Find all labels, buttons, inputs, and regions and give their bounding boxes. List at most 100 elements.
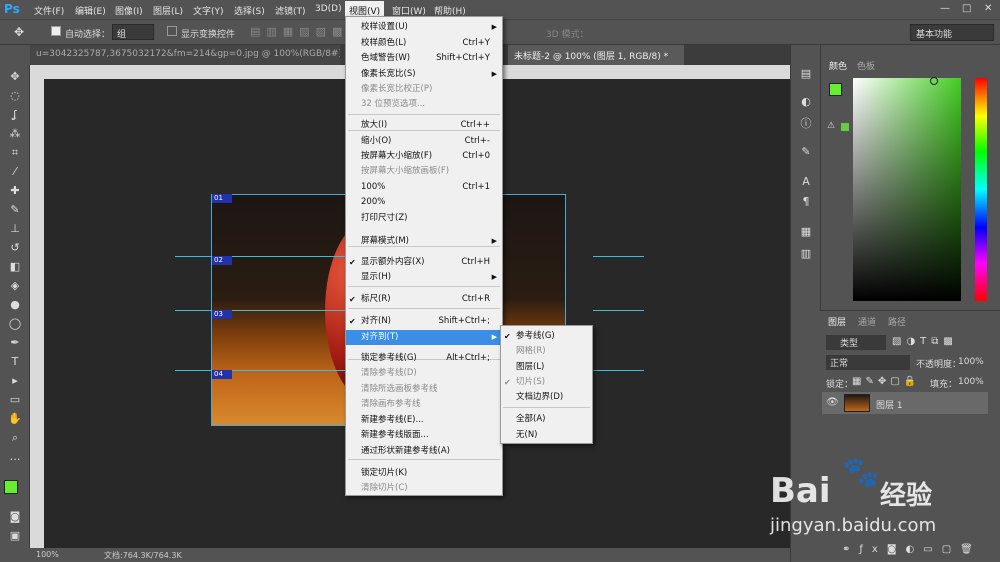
close-button[interactable]: ✕ xyxy=(984,3,992,14)
tab-document-2[interactable]: 未标题-2 @ 100% (图层 1, RGB/8) * xyxy=(508,45,684,65)
view-menu-item[interactable]: 校样颜色(L) Ctrl+Y xyxy=(346,36,502,51)
tab-channels[interactable]: 通道 xyxy=(858,315,876,328)
menu-select[interactable]: 选择(S) xyxy=(234,4,265,17)
view-menu-item[interactable]: 缩小(O) Ctrl+- xyxy=(346,134,502,149)
pen-tool-icon[interactable]: ✒ xyxy=(7,335,23,351)
transform-controls-checkbox[interactable] xyxy=(167,26,177,36)
snap-menu-item[interactable]: 图层(L) xyxy=(501,360,592,375)
zoom-level[interactable]: 100% xyxy=(36,550,59,559)
quick-select-tool-icon[interactable]: ⁂ xyxy=(7,126,23,142)
paragraph-icon[interactable]: ¶ xyxy=(799,195,813,209)
menu-type[interactable]: 文字(Y) xyxy=(193,4,224,17)
view-menu-item[interactable]: ✔ 显示额外内容(X) Ctrl+H xyxy=(346,255,502,270)
adjustments-icon[interactable]: ◐ xyxy=(799,95,813,109)
history-brush-icon[interactable]: ↺ xyxy=(7,240,23,256)
view-menu-item[interactable]: 锁定参考线(G) Alt+Ctrl+; xyxy=(346,351,502,366)
guide-line[interactable] xyxy=(593,310,644,311)
move-tool-icon[interactable]: ✥ xyxy=(14,25,24,39)
view-menu-item[interactable]: 按屏幕大小缩放(F) Ctrl+0 xyxy=(346,149,502,164)
view-menu-item[interactable]: 屏幕模式(M) ▶ xyxy=(346,234,502,249)
dodge-tool-icon[interactable]: ◯ xyxy=(7,316,23,332)
quick-mask-icon[interactable]: ◙ xyxy=(7,509,23,525)
stamp-tool-icon[interactable]: ⊥ xyxy=(7,221,23,237)
guide-line[interactable] xyxy=(175,310,345,311)
layer-name[interactable]: 图层 1 xyxy=(876,398,903,411)
auto-select-dropdown[interactable]: 组 xyxy=(112,24,154,40)
color-spectrum[interactable] xyxy=(853,78,961,301)
view-menu-item[interactable]: 对齐到(T) ▶ xyxy=(346,330,502,345)
info-icon[interactable]: ⓘ xyxy=(799,117,813,131)
auto-select-checkbox[interactable] xyxy=(51,26,61,36)
color-picker-marker[interactable] xyxy=(930,77,938,85)
hand-tool-icon[interactable]: ✋ xyxy=(7,411,23,427)
hue-slider[interactable] xyxy=(975,78,987,301)
layer-filter-icons[interactable]: ▧◑T⧉▩ xyxy=(892,336,958,347)
menu-edit[interactable]: 编辑(E) xyxy=(75,4,106,17)
lasso-tool-icon[interactable]: ʆ xyxy=(7,107,23,123)
slice-label[interactable]: 01 xyxy=(212,194,232,203)
foreground-color-swatch[interactable] xyxy=(4,480,18,494)
menu-layer[interactable]: 图层(L) xyxy=(153,4,183,17)
snap-menu-item[interactable]: 无(N) xyxy=(501,428,592,443)
brush-tool-icon[interactable]: ✎ xyxy=(7,202,23,218)
tab-paths[interactable]: 路径 xyxy=(888,315,906,328)
minimize-button[interactable]: — xyxy=(940,3,950,14)
align-buttons-icon[interactable]: ▤▥▦▧▨▩ xyxy=(250,25,348,38)
tab-color[interactable]: 颜色 xyxy=(829,59,847,72)
tab-swatches[interactable]: 色板 xyxy=(857,59,875,72)
view-menu-item[interactable]: 显示(H) ▶ xyxy=(346,270,502,285)
blur-tool-icon[interactable]: ● xyxy=(7,297,23,313)
screen-mode-icon[interactable]: ▣ xyxy=(7,528,23,544)
snap-menu-item[interactable]: 全部(A) xyxy=(501,412,592,427)
guide-line[interactable] xyxy=(593,256,644,257)
brushes-icon[interactable]: ✎ xyxy=(799,145,813,159)
gamut-warning-icon[interactable]: ⚠ xyxy=(827,121,835,131)
slice-label[interactable]: 02 xyxy=(212,256,232,265)
snap-menu-item[interactable]: ✔ 参考线(G) xyxy=(501,329,592,344)
view-menu-item[interactable]: 200% xyxy=(346,195,502,210)
view-menu-item[interactable]: 校样设置(U) ▶ xyxy=(346,20,502,35)
zoom-tool-icon[interactable]: ⌕ xyxy=(7,430,23,446)
move-tool-icon[interactable]: ✥ xyxy=(7,69,23,85)
view-menu-item[interactable]: ✔ 对齐(N) Shift+Ctrl+; xyxy=(346,314,502,329)
fill-value[interactable]: 100% xyxy=(958,377,984,387)
opacity-value[interactable]: 100% xyxy=(958,357,984,367)
healing-tool-icon[interactable]: ✚ xyxy=(7,183,23,199)
crop-tool-icon[interactable]: ⌗ xyxy=(7,145,23,161)
menu-file[interactable]: 文件(F) xyxy=(34,4,64,17)
slice-label[interactable]: 03 xyxy=(212,310,232,319)
paint-bucket-icon[interactable]: ◈ xyxy=(7,278,23,294)
rectangle-tool-icon[interactable]: ▭ xyxy=(7,392,23,408)
view-menu-item[interactable]: 新建参考线(E)... xyxy=(346,413,502,428)
view-menu-item[interactable]: 色域警告(W) Shift+Ctrl+Y xyxy=(346,51,502,66)
blend-mode-dropdown[interactable]: 正常 xyxy=(826,355,910,370)
history-icon[interactable]: ▤ xyxy=(799,67,813,81)
view-menu-item[interactable]: ✔ 标尺(R) Ctrl+R xyxy=(346,292,502,307)
eraser-tool-icon[interactable]: ◧ xyxy=(7,259,23,275)
menu-filter[interactable]: 滤镜(T) xyxy=(275,4,306,17)
tab-document-1[interactable]: u=3042325787,3675032172&fm=214&gp=0.jpg … xyxy=(30,45,340,65)
web-safe-swatch[interactable] xyxy=(841,123,849,131)
slice-label[interactable]: 04 xyxy=(212,370,232,379)
snap-menu-item[interactable]: 文档边界(D) xyxy=(501,390,592,405)
view-menu-item[interactable]: 100% Ctrl+1 xyxy=(346,180,502,195)
visibility-eye-icon[interactable]: 👁 xyxy=(826,397,839,408)
layer-row[interactable]: 👁 图层 1 xyxy=(822,392,988,414)
view-menu-item[interactable]: 通过形状新建参考线(A) xyxy=(346,444,502,459)
notes-icon[interactable]: ▥ xyxy=(799,247,813,261)
menu-image[interactable]: 图像(I) xyxy=(115,4,143,17)
lock-icons[interactable]: ▦✎✥▢🔒 xyxy=(852,376,920,387)
type-tool-icon[interactable]: T xyxy=(7,354,23,370)
guide-line[interactable] xyxy=(175,256,345,257)
foreground-color-swatch[interactable] xyxy=(829,83,842,96)
view-menu-item[interactable]: 锁定切片(K) xyxy=(346,466,502,481)
guide-line[interactable] xyxy=(175,370,345,371)
view-menu-item[interactable]: 新建参考线版面... xyxy=(346,428,502,443)
tab-layers[interactable]: 图层 xyxy=(828,315,846,328)
view-menu-item[interactable]: 放大(I) Ctrl++ xyxy=(346,118,502,133)
view-menu-item[interactable]: 像素长宽比(S) ▶ xyxy=(346,67,502,82)
layer-kind-filter[interactable]: 类型 xyxy=(826,335,886,350)
marquee-tool-icon[interactable]: ◌ xyxy=(7,88,23,104)
maximize-button[interactable]: □ xyxy=(962,3,971,14)
character-icon[interactable]: A xyxy=(799,175,813,189)
